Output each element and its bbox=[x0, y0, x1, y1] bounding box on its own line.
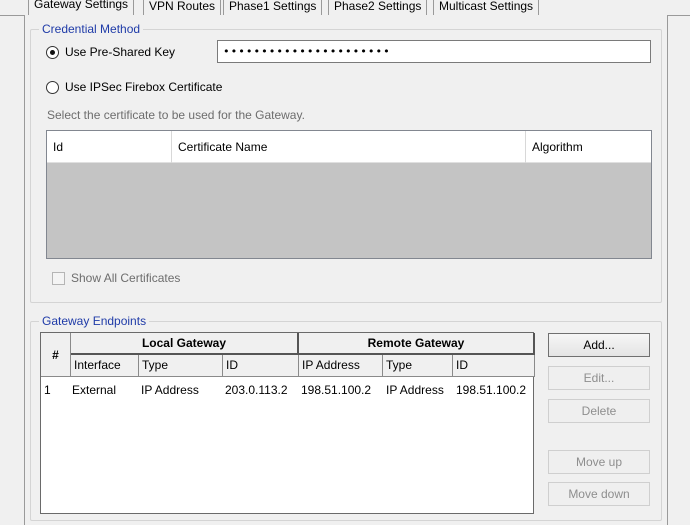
col-local-id[interactable]: ID bbox=[223, 355, 299, 377]
row-local-type: IP Address bbox=[141, 383, 199, 397]
col-certificate-name[interactable]: Certificate Name bbox=[178, 131, 267, 163]
col-interface[interactable]: Interface bbox=[71, 355, 139, 377]
add-button[interactable]: Add... bbox=[548, 333, 650, 357]
tab-phase2-settings[interactable]: Phase2 Settings bbox=[328, 0, 428, 16]
row-remote-id: 198.51.100.2 bbox=[456, 383, 527, 397]
cert-label: Use IPSec Firebox Certificate bbox=[65, 80, 223, 94]
tab-bar: Gateway Settings VPN Routes Phase1 Setti… bbox=[0, 0, 690, 16]
move-down-button[interactable]: Move down bbox=[548, 482, 650, 506]
col-id[interactable]: Id bbox=[53, 131, 63, 163]
col-separator bbox=[525, 131, 526, 163]
tab-multicast-settings[interactable]: Multicast Settings bbox=[433, 0, 540, 16]
delete-button[interactable]: Delete bbox=[548, 399, 650, 423]
certificate-table-header: Id Certificate Name Algorithm bbox=[47, 131, 651, 163]
edit-button[interactable]: Edit... bbox=[548, 366, 650, 390]
cert-radio-row[interactable]: Use IPSec Firebox Certificate bbox=[46, 80, 222, 94]
col-remote-type[interactable]: Type bbox=[383, 355, 453, 377]
psk-radio[interactable] bbox=[46, 45, 59, 59]
show-all-certificates-row: Show All Certificates bbox=[52, 271, 180, 285]
psk-label: Use Pre-Shared Key bbox=[65, 45, 176, 59]
cert-radio[interactable] bbox=[46, 80, 59, 94]
move-up-button[interactable]: Move up bbox=[548, 450, 650, 474]
col-number[interactable]: # bbox=[41, 333, 71, 377]
remote-gateway-header: Remote Gateway bbox=[299, 333, 535, 355]
col-separator bbox=[171, 131, 172, 163]
endpoints-table[interactable]: # Local Gateway Remote Gateway Interface… bbox=[40, 332, 535, 514]
col-remote-id[interactable]: ID bbox=[453, 355, 535, 377]
col-remote-ip[interactable]: IP Address bbox=[299, 355, 383, 377]
row-interface: External bbox=[72, 383, 117, 397]
tab-gateway-settings[interactable]: Gateway Settings bbox=[28, 0, 135, 15]
psk-radio-row[interactable]: Use Pre-Shared Key bbox=[46, 45, 175, 59]
col-algorithm[interactable]: Algorithm bbox=[532, 131, 583, 163]
tab-phase1-settings[interactable]: Phase1 Settings bbox=[223, 0, 323, 16]
certificate-table[interactable]: Id Certificate Name Algorithm bbox=[46, 130, 652, 259]
row-local-id: 203.0.113.2 bbox=[225, 383, 288, 397]
row-number: 1 bbox=[44, 383, 51, 397]
col-local-type[interactable]: Type bbox=[139, 355, 223, 377]
show-all-certificates-label: Show All Certificates bbox=[71, 271, 181, 285]
local-gateway-header: Local Gateway bbox=[71, 333, 299, 355]
row-remote-ip: 198.51.100.2 bbox=[301, 383, 372, 397]
gateway-endpoints-title: Gateway Endpoints bbox=[39, 314, 150, 328]
row-remote-type: IP Address bbox=[386, 383, 444, 397]
show-all-certificates-checkbox bbox=[52, 271, 65, 285]
certificate-hint: Select the certificate to be used for th… bbox=[47, 108, 305, 122]
tab-vpn-routes[interactable]: VPN Routes bbox=[143, 0, 222, 16]
credential-method-title: Credential Method bbox=[39, 22, 144, 36]
pre-shared-key-input[interactable]: •••••••••••••••••••••• bbox=[217, 40, 651, 63]
